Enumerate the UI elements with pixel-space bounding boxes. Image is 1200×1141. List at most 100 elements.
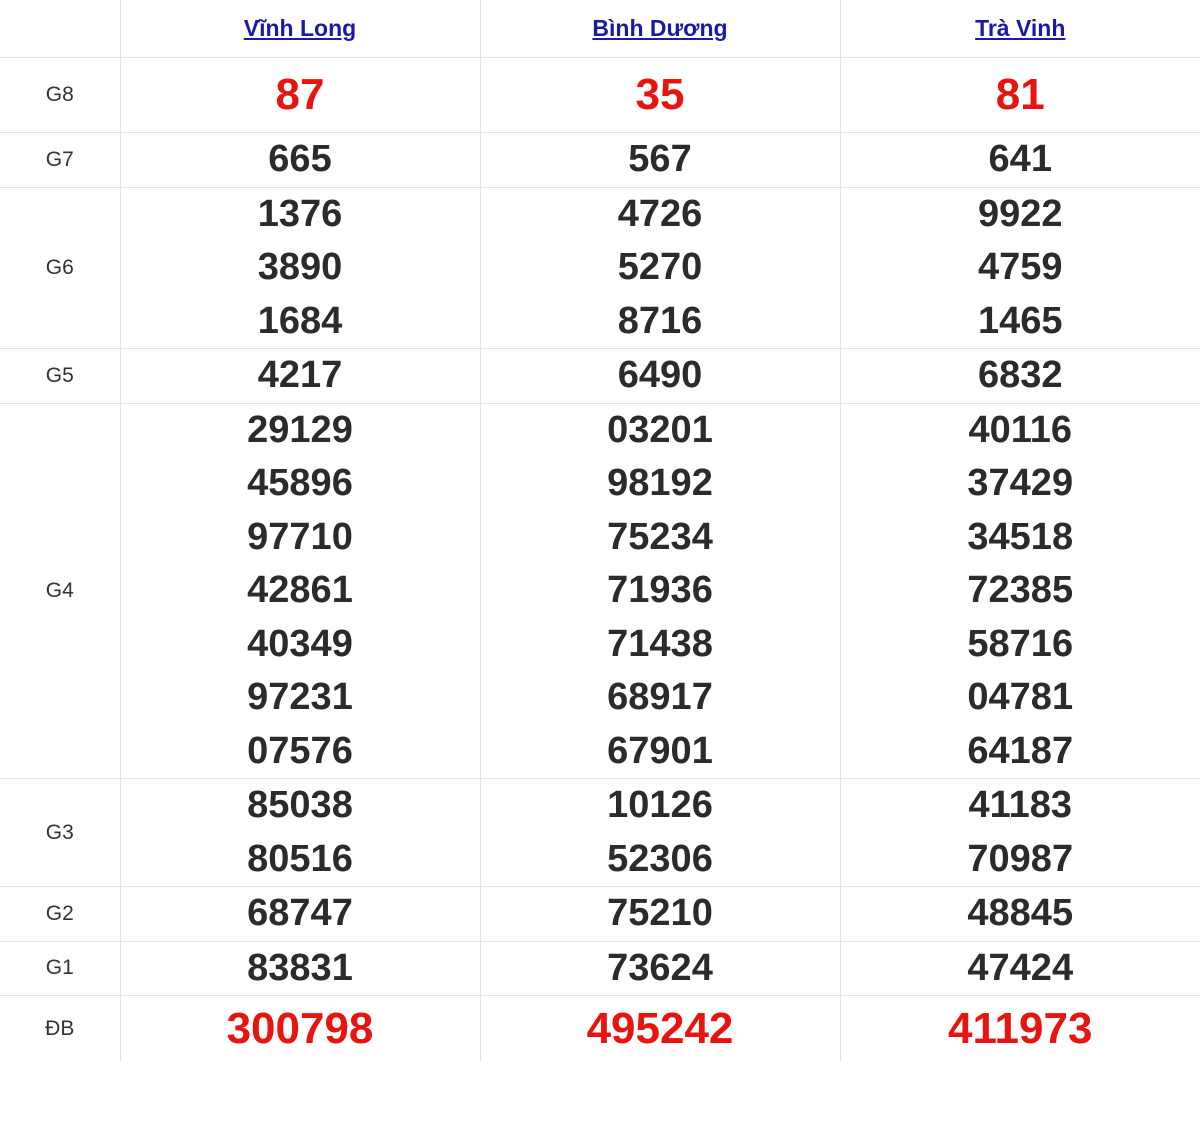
winning-number: 4726 (617, 192, 703, 235)
prize-row-g1: G1 83831 73624 47424 (0, 940, 1200, 996)
prize-cell: 29129 45896 97710 42861 40349 97231 0757… (119, 402, 481, 779)
winning-number: 97231 (247, 676, 353, 718)
prize-cell: 495242 (479, 995, 841, 1062)
winning-number: 6490 (617, 354, 703, 396)
winning-number: 48845 (967, 892, 1074, 934)
prize-cell: 4217 (119, 348, 481, 404)
winning-number: 9922 (977, 192, 1063, 235)
winning-number: 52306 (607, 837, 713, 880)
winning-number: 68917 (607, 676, 713, 718)
winning-number: 1465 (977, 299, 1063, 342)
winning-number: 83831 (247, 946, 353, 989)
winning-number: 41183 (968, 784, 1073, 826)
prize-row-g4: G4 29129 45896 97710 42861 40349 97231 0… (0, 402, 1200, 779)
prize-label: G8 (0, 57, 121, 133)
prize-row-g3: G3 85038 80516 10126 52306 41183 70987 (0, 778, 1200, 887)
winning-number: 98192 (607, 462, 713, 504)
winning-number: 5270 (617, 246, 703, 288)
prize-label: G1 (0, 940, 121, 996)
prize-cell: 567 (479, 132, 841, 188)
winning-number: 40116 (968, 408, 1073, 451)
winning-number: 70987 (967, 837, 1074, 880)
winning-number: 58716 (967, 622, 1074, 665)
winning-number: 75210 (607, 892, 713, 934)
winning-number: 29129 (247, 408, 353, 451)
winning-number: 04781 (967, 676, 1074, 718)
winning-number: 45896 (247, 462, 353, 504)
winning-number: 87 (275, 70, 325, 120)
prize-row-g5: G5 4217 6490 6832 (0, 348, 1200, 404)
province-header-1: Vĩnh Long (119, 0, 481, 58)
prize-label: G7 (0, 132, 121, 188)
prize-cell: 6832 (839, 348, 1200, 404)
winning-number: 03201 (607, 408, 713, 451)
prize-cell: 4726 5270 8716 (479, 186, 841, 349)
winning-number: 1684 (257, 299, 343, 342)
winning-number: 35 (635, 70, 685, 120)
winning-number: 97710 (247, 515, 353, 558)
winning-number: 71438 (607, 622, 713, 665)
prize-cell: 47424 (839, 940, 1200, 996)
prize-cell: 85038 80516 (119, 778, 481, 887)
prize-cell: 81 (839, 57, 1200, 133)
province-link-tra-vinh[interactable]: Trà Vinh (975, 15, 1065, 41)
winning-number: 81 (995, 70, 1045, 120)
winning-number: 67901 (607, 729, 713, 772)
prize-cell: 300798 (119, 995, 481, 1062)
winning-number: 80516 (247, 837, 353, 880)
prize-cell: 03201 98192 75234 71936 71438 68917 6790… (479, 402, 841, 779)
prize-row-g6: G6 1376 3890 1684 4726 5270 8716 9922 47… (0, 186, 1200, 349)
winning-number: 71936 (607, 569, 713, 611)
winning-number: 567 (628, 138, 692, 180)
winning-number: 73624 (607, 946, 713, 989)
winning-number: 10126 (607, 784, 713, 826)
winning-number: 3890 (257, 246, 343, 288)
winning-number: 4217 (257, 354, 343, 396)
province-link-binh-duong[interactable]: Bình Dương (592, 15, 727, 41)
prize-cell: 1376 3890 1684 (119, 186, 481, 349)
winning-number: 1376 (257, 192, 343, 235)
prize-cell: 641 (839, 132, 1200, 188)
prize-cell: 6490 (479, 348, 841, 404)
prize-cell: 411973 (839, 995, 1200, 1062)
prize-cell: 35 (479, 57, 841, 133)
winning-number: 8716 (617, 299, 703, 342)
province-header-2: Bình Dương (479, 0, 841, 58)
winning-number: 64187 (967, 729, 1074, 772)
prize-cell: 9922 4759 1465 (839, 186, 1200, 349)
prize-label: G6 (0, 186, 121, 349)
prize-label: G2 (0, 886, 121, 942)
winning-number: 68747 (247, 892, 353, 934)
prize-cell: 48845 (839, 886, 1200, 942)
prize-row-special: ĐB 300798 495242 411973 (0, 995, 1200, 1062)
prize-cell: 87 (119, 57, 481, 133)
winning-number: 42861 (247, 569, 353, 611)
prize-cell: 665 (119, 132, 481, 188)
winning-number: 85038 (247, 784, 353, 826)
province-link-vinh-long[interactable]: Vĩnh Long (244, 15, 356, 41)
winning-number: 6832 (977, 354, 1063, 396)
prize-label: G4 (0, 402, 121, 779)
prize-cell: 10126 52306 (479, 778, 841, 887)
prize-cell: 40116 37429 34518 72385 58716 04781 6418… (839, 402, 1200, 779)
lottery-results-table: Vĩnh Long Bình Dương Trà Vinh G8 87 35 8… (0, 0, 1200, 1062)
winning-number: 47424 (967, 946, 1074, 989)
prize-cell: 41183 70987 (839, 778, 1200, 887)
winning-number: 665 (268, 138, 332, 180)
winning-number: 34518 (967, 515, 1074, 558)
prize-label: ĐB (0, 995, 121, 1062)
province-header-3: Trà Vinh (839, 0, 1200, 58)
winning-number: 75234 (607, 515, 713, 558)
prize-cell: 68747 (119, 886, 481, 942)
prize-cell: 75210 (479, 886, 841, 942)
winning-number: 641 (988, 138, 1052, 180)
special-prize-number: 300798 (226, 1004, 374, 1054)
winning-number: 40349 (247, 622, 353, 665)
special-prize-number: 411973 (948, 1004, 1093, 1054)
header-row: Vĩnh Long Bình Dương Trà Vinh (0, 0, 1200, 58)
special-prize-number: 495242 (586, 1004, 734, 1054)
prize-row-g7: G7 665 567 641 (0, 132, 1200, 188)
winning-number: 07576 (247, 729, 353, 772)
prize-row-g8: G8 87 35 81 (0, 57, 1200, 133)
winning-number: 4759 (977, 246, 1063, 288)
